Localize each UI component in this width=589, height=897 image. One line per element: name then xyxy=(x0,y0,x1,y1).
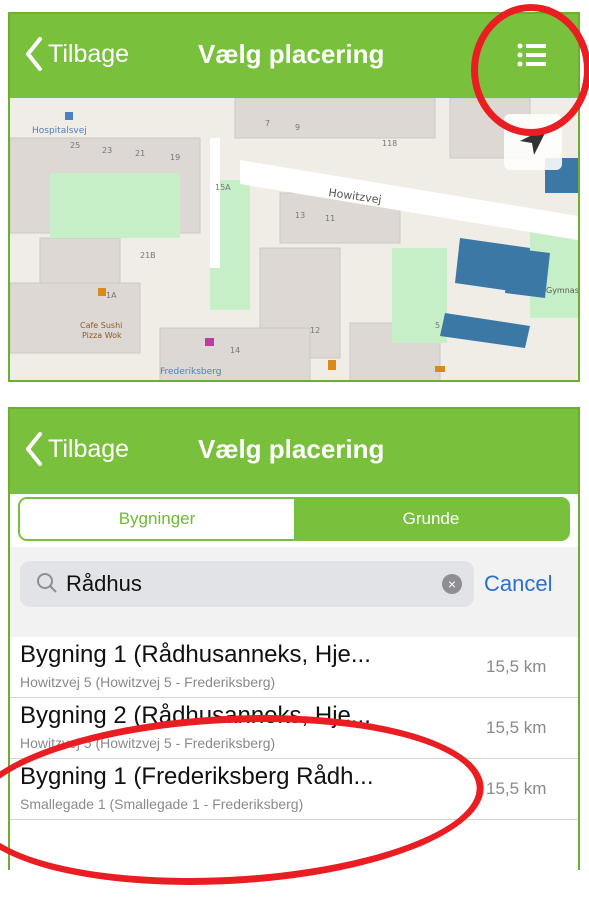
house-number: 19 xyxy=(170,153,180,162)
search-screen: Tilbage Vælg placering Bygninger Grunde … xyxy=(8,407,580,870)
list-item[interactable]: Bygning 2 (Rådhusanneks, Hje... Howitzve… xyxy=(10,698,578,759)
result-address: Howitzvej 5 (Howitzvej 5 - Frederiksberg… xyxy=(20,674,276,690)
house-number: 118 xyxy=(382,139,397,148)
result-address: Smallegade 1 (Smallegade 1 - Frederiksbe… xyxy=(20,796,304,812)
segment-grunde[interactable]: Grunde xyxy=(294,499,568,539)
result-name: Bygning 2 (Rådhusanneks, Hje... xyxy=(20,702,371,729)
house-number: 11 xyxy=(325,214,335,223)
chevron-left-icon xyxy=(26,432,42,466)
result-name: Bygning 1 (Frederiksberg Rådh... xyxy=(20,763,374,790)
list-item[interactable]: Bygning 1 (Rådhusanneks, Hje... Howitzve… xyxy=(10,637,578,698)
search-input[interactable]: Rådhus × xyxy=(20,561,474,607)
chevron-left-icon xyxy=(26,37,42,71)
back-button[interactable]: Tilbage xyxy=(24,431,129,467)
house-number: 21 xyxy=(135,149,145,158)
location-arrow-icon xyxy=(520,127,548,155)
poi-label: Gymnasiet xyxy=(546,286,578,295)
search-value: Rådhus xyxy=(66,571,142,596)
page-title: Vælg placering xyxy=(198,39,385,69)
back-label: Tilbage xyxy=(48,434,130,463)
poi-label: Pizza Wok xyxy=(82,331,122,340)
clear-icon[interactable]: × xyxy=(442,574,462,594)
page-title: Vælg placering xyxy=(198,434,385,464)
result-name: Bygning 1 (Rådhusanneks, Hje... xyxy=(20,641,371,668)
house-number: 12 xyxy=(310,326,320,335)
result-distance: 15,5 km xyxy=(486,779,547,798)
house-number: 14 xyxy=(230,346,240,355)
search-icon xyxy=(37,573,57,593)
map-view[interactable]: Howitzvej Hospitalsvej Frederiksberg Caf… xyxy=(10,98,578,382)
segmented-control: Bygninger Grunde xyxy=(18,497,570,541)
poi-label: Hospitalsvej xyxy=(32,126,87,136)
map-screen: Tilbage Vælg placering Howitzvej Hospita… xyxy=(8,12,580,382)
result-distance: 15,5 km xyxy=(486,657,547,676)
result-address: Howitzvej 5 (Howitzvej 5 - Frederiksberg… xyxy=(20,735,276,751)
back-label: Tilbage xyxy=(48,39,130,68)
result-distance: 15,5 km xyxy=(486,718,547,737)
cancel-button[interactable]: Cancel xyxy=(484,571,552,597)
house-number: 15A xyxy=(215,183,231,192)
back-button[interactable]: Tilbage xyxy=(24,36,129,72)
house-number: 25 xyxy=(70,141,80,150)
house-number: 9 xyxy=(295,123,300,132)
locate-button[interactable] xyxy=(504,114,562,170)
house-number: 13 xyxy=(295,211,305,220)
list-icon[interactable] xyxy=(510,36,552,74)
house-number: 21B xyxy=(140,251,156,260)
results-list: Bygning 1 (Rådhusanneks, Hje... Howitzve… xyxy=(10,637,578,820)
house-number: 7 xyxy=(265,119,270,128)
poi-label: Frederiksberg xyxy=(160,367,221,377)
list-item[interactable]: Bygning 1 (Frederiksberg Rådh... Smalleg… xyxy=(10,759,578,820)
search-bar: Rådhus × Cancel xyxy=(10,547,578,637)
house-number: 5 xyxy=(435,321,440,330)
search-navbar: Tilbage Vælg placering xyxy=(10,409,578,494)
house-number: 1A xyxy=(106,291,117,300)
top-navbar: Tilbage Vælg placering xyxy=(10,14,578,98)
segment-bygninger[interactable]: Bygninger xyxy=(20,499,294,539)
poi-label: Cafe Sushi xyxy=(80,321,122,330)
house-number: 23 xyxy=(102,146,112,155)
